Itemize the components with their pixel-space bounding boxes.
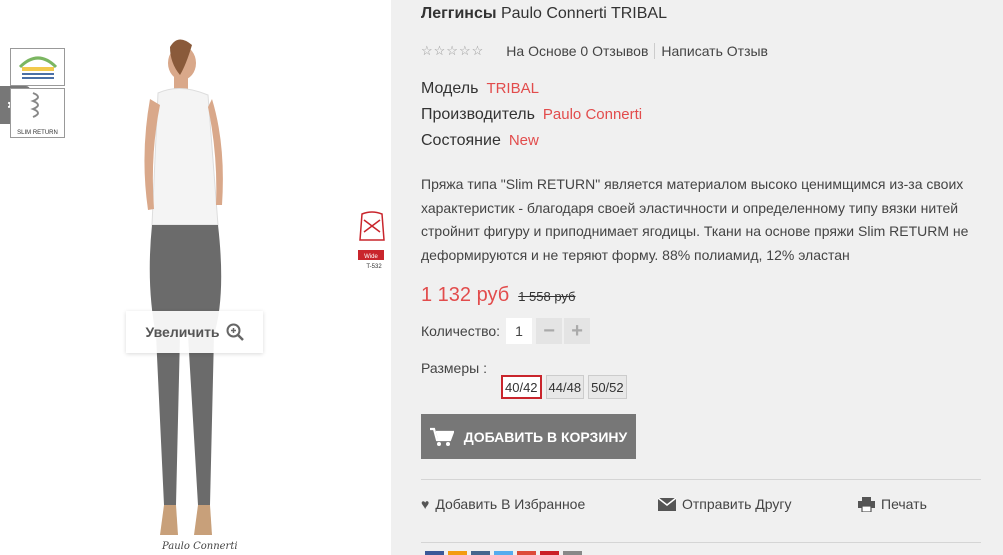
envelope-icon [658, 497, 676, 511]
product-photo [144, 39, 223, 535]
wishlist-label: Добавить В Избранное [435, 496, 586, 512]
spec-manufacturer: Производитель Paulo Connerti [421, 106, 642, 124]
send-friend-label: Отправить Другу [682, 496, 792, 512]
quantity-minus-button[interactable]: − [536, 318, 563, 344]
spec-condition: Состояние New [421, 132, 539, 150]
quantity-label: Количество: [421, 323, 501, 339]
spec-label: Состояние [421, 132, 501, 149]
quantity-plus-button[interactable]: + [564, 318, 591, 344]
size-option[interactable]: 44/48 [545, 375, 585, 399]
product-name: Paulo Connerti TRIBAL [500, 5, 667, 22]
wide-fit-badge: Wide T-532 [358, 211, 385, 270]
spec-label: Модель [421, 80, 479, 97]
rating-stars-icon[interactable]: ☆☆☆☆☆ [421, 43, 484, 59]
product-description: Пряжа типа "Slim RETURN" является матери… [421, 176, 969, 263]
slim-return-badge: SLIM RETURN [10, 88, 65, 138]
certificate-badge [10, 48, 65, 86]
product-image-panel[interactable]: ⚙ SLIM RETURN Wide T-532 Увеличить [0, 0, 391, 555]
quantity-input[interactable]: 1 [506, 318, 533, 344]
zoom-in-icon [226, 323, 244, 341]
product-actions: ♥ Добавить В Избранное Отправить Другу П… [421, 496, 981, 512]
spring-icon [30, 92, 39, 118]
send-friend-action[interactable]: Отправить Другу [658, 496, 858, 512]
fabric-badges: SLIM RETURN [10, 48, 65, 138]
divider [421, 542, 981, 543]
size-option-selected[interactable]: 40/42 [501, 375, 542, 399]
spec-value: New [508, 132, 539, 149]
facebook-share-icon[interactable] [425, 551, 444, 555]
zoom-button[interactable]: Увеличить [126, 311, 263, 353]
shopping-cart-icon [429, 427, 454, 446]
slim-return-label: SLIM RETURN [17, 130, 58, 136]
heart-icon: ♥ [421, 496, 430, 512]
google-share-icon[interactable] [517, 551, 536, 555]
size-option[interactable]: 50/52 [588, 375, 627, 399]
product-type: Леггинсы [421, 5, 497, 22]
add-to-cart-label: ДОБАВИТЬ В КОРЗИНУ [463, 428, 628, 445]
social-share-buttons [425, 551, 582, 555]
print-action[interactable]: Печать [858, 496, 927, 512]
wide-code: T-532 [366, 264, 382, 270]
current-price: 1 132 руб [421, 284, 510, 306]
sizes-label: Размеры : [421, 360, 487, 376]
write-review-link[interactable]: Написать Отзыв [661, 43, 768, 59]
size-options: 40/42 44/48 50/52 [501, 375, 627, 399]
pinterest-share-icon[interactable] [540, 551, 559, 555]
ok-share-icon[interactable] [448, 551, 467, 555]
quantity-row: Количество: 1 − + [421, 318, 592, 344]
spec-label: Производитель [421, 106, 535, 123]
add-to-cart-button[interactable]: ДОБАВИТЬ В КОРЗИНУ [421, 414, 636, 459]
zoom-label: Увеличить [145, 324, 220, 340]
spec-value[interactable]: TRIBAL [486, 80, 539, 97]
divider [421, 479, 981, 480]
wide-label: Wide [364, 254, 378, 260]
product-title: Леггинсы Paulo Connerti TRIBAL [421, 5, 667, 23]
vk-share-icon[interactable] [471, 551, 490, 555]
divider [654, 43, 656, 59]
spec-model: Модель TRIBAL [421, 80, 539, 98]
old-price: 1 558 руб [518, 289, 576, 304]
reviews-count-link[interactable]: На Основе 0 Отзывов [506, 43, 648, 59]
print-label: Печать [881, 496, 927, 512]
more-share-icon[interactable] [563, 551, 582, 555]
rating-row: ☆☆☆☆☆ На Основе 0 Отзывов Написать Отзыв [421, 43, 768, 59]
spec-value[interactable]: Paulo Connerti [543, 106, 642, 123]
brand-signature: Paulo Connerti [162, 541, 238, 552]
price-block: 1 132 руб 1 558 руб [421, 284, 576, 307]
certificate-icon [18, 56, 57, 79]
wishlist-action[interactable]: ♥ Добавить В Избранное [421, 496, 658, 512]
printer-icon [858, 496, 875, 512]
twitter-share-icon[interactable] [494, 551, 513, 555]
